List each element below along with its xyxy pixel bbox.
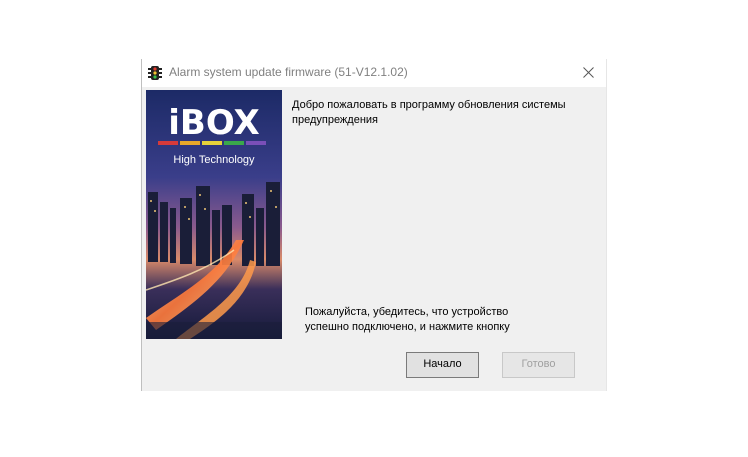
brand-tagline: High Technology: [173, 154, 255, 166]
instruction-line-2: успешно подключено, и нажмите кнопку: [305, 321, 510, 333]
start-button[interactable]: Начало: [406, 352, 479, 378]
title-bar[interactable]: Alarm system update firmware (51-V12.1.0…: [142, 59, 606, 87]
close-icon: [583, 67, 594, 78]
welcome-text: Добро пожаловать в программу обновления …: [292, 98, 592, 128]
installer-window: Alarm system update firmware (51-V12.1.0…: [141, 59, 607, 391]
brand-color-stripe: [158, 141, 266, 145]
welcome-line-1: Добро пожаловать в программу обновления …: [292, 99, 566, 111]
window-title: Alarm system update firmware (51-V12.1.0…: [169, 65, 408, 79]
instruction-line-1: Пожалуйста, убедитесь, что устройство: [305, 306, 509, 318]
traffic-light-icon: [147, 65, 163, 81]
welcome-line-2: предупреждения: [292, 114, 379, 126]
brand-banner-image: iBOX High Technology: [146, 90, 282, 339]
brand-logo: iBOX: [168, 103, 259, 143]
instruction-text: Пожалуйста, убедитесь, что устройство ус…: [305, 305, 565, 335]
done-button[interactable]: Готово: [502, 352, 575, 378]
close-button[interactable]: [570, 59, 606, 87]
